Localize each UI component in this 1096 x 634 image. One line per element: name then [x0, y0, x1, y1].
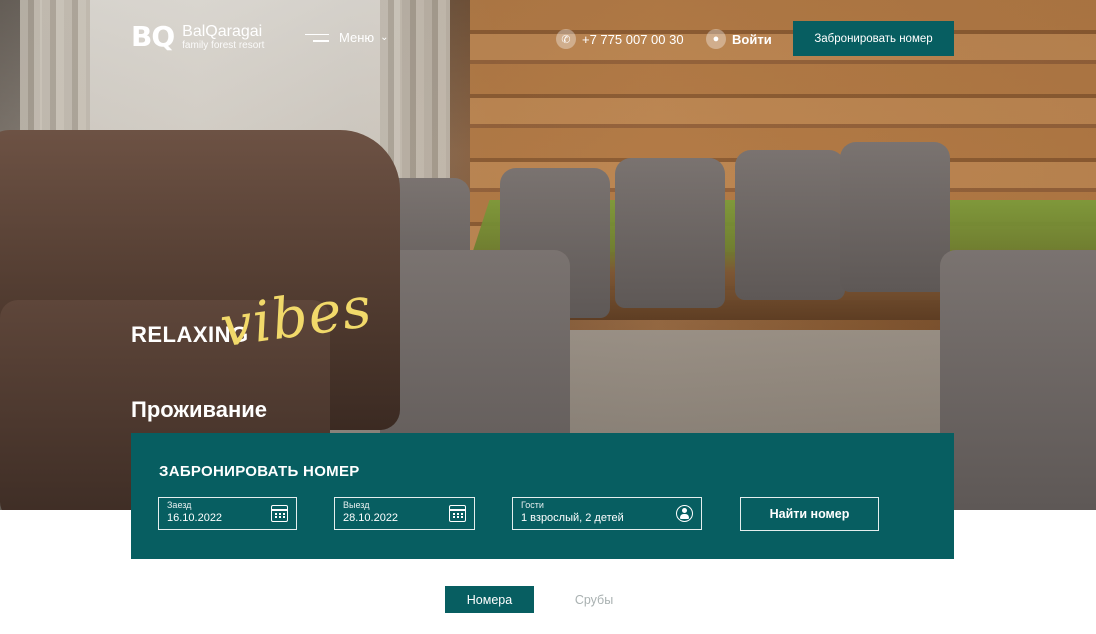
checkout-field[interactable]: Выезд 28.10.2022	[334, 497, 475, 530]
logo-mark: BQ	[131, 20, 175, 53]
logo[interactable]: BQ BalQaragai family forest resort	[131, 22, 264, 52]
tab-rooms[interactable]: Номера	[445, 586, 534, 613]
booking-title: ЗАБРОНИРОВАТЬ НОМЕР	[159, 463, 360, 480]
checkin-value: 16.10.2022	[167, 512, 223, 524]
hero-chair	[615, 158, 725, 308]
book-room-button[interactable]: Забронировать номер	[793, 21, 954, 56]
guests-label: Гости	[521, 500, 544, 510]
phone-link[interactable]: ✆ +7 775 007 00 30	[556, 29, 684, 49]
user-icon	[676, 505, 693, 522]
hamburger-icon	[305, 33, 329, 42]
logo-text: BalQaragai family forest resort	[182, 23, 264, 52]
login-label: Войти	[732, 31, 772, 47]
checkin-field[interactable]: Заезд 16.10.2022	[158, 497, 297, 530]
hero-chair-front	[940, 250, 1096, 510]
menu-toggle[interactable]: Меню ⌄	[305, 30, 389, 45]
tab-log-cabins[interactable]: Срубы	[534, 586, 654, 613]
checkout-value: 28.10.2022	[343, 512, 399, 524]
hero-chair	[735, 150, 845, 300]
page-title: Проживание	[131, 397, 268, 422]
checkin-label: Заезд	[167, 500, 192, 510]
checkout-label: Выезд	[343, 500, 370, 510]
calendar-icon	[271, 505, 288, 522]
user-icon: ●	[706, 29, 726, 49]
booking-panel: ЗАБРОНИРОВАТЬ НОМЕР Заезд 16.10.2022 Вые…	[131, 433, 954, 559]
room-tabs: Номера Срубы	[445, 586, 654, 613]
chevron-down-icon: ⌄	[380, 32, 389, 43]
logo-name: BalQaragai	[182, 22, 263, 40]
phone-icon: ✆	[556, 29, 576, 49]
menu-label: Меню	[339, 30, 375, 45]
guests-field[interactable]: Гости 1 взрослый, 2 детей	[512, 497, 702, 530]
logo-tagline: family forest resort	[182, 39, 265, 51]
login-link[interactable]: ● Войти	[706, 29, 772, 49]
hero-chair	[840, 142, 950, 292]
calendar-icon	[449, 505, 466, 522]
site-header: BQ BalQaragai family forest resort Меню …	[0, 0, 1096, 80]
guests-value: 1 взрослый, 2 детей	[521, 512, 624, 524]
find-room-button[interactable]: Найти номер	[740, 497, 879, 531]
phone-number: +7 775 007 00 30	[582, 31, 684, 47]
